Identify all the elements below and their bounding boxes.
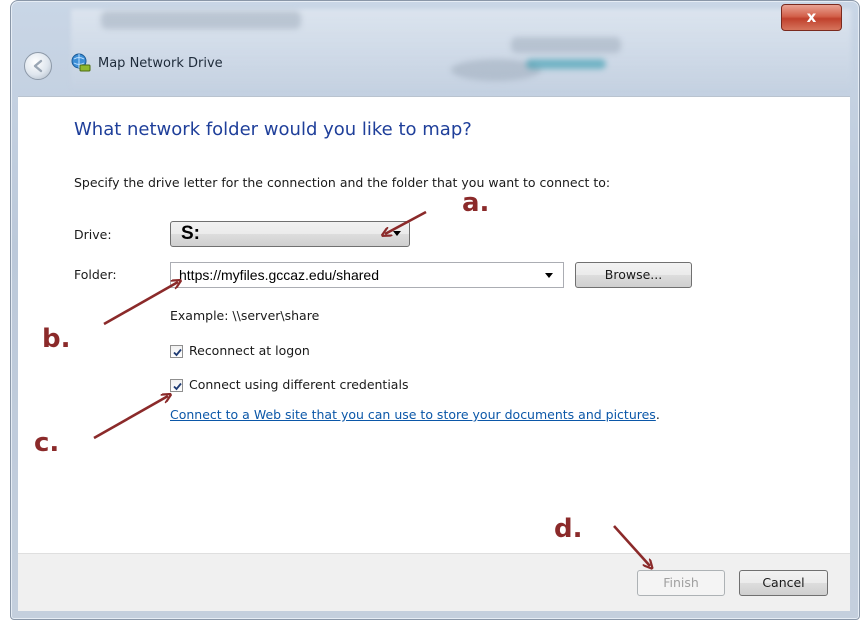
close-button[interactable]: x <box>781 4 842 31</box>
dialog-body: What network folder would you like to ma… <box>18 96 850 554</box>
browse-button[interactable]: Browse... <box>575 262 692 288</box>
annotation-d: d. <box>554 514 583 544</box>
reconnect-checkbox[interactable] <box>170 345 183 358</box>
page-title: What network folder would you like to ma… <box>74 119 472 140</box>
link-period: . <box>655 407 660 422</box>
drive-select[interactable]: S: <box>170 221 410 247</box>
cancel-button[interactable]: Cancel <box>739 570 828 596</box>
network-drive-icon <box>71 53 91 72</box>
web-site-link-row: Connect to a Web site that you can use t… <box>170 407 660 422</box>
screenshot-stage: x Map Network Drive What network folder … <box>0 0 861 623</box>
finish-button[interactable]: Finish <box>637 570 725 596</box>
drive-value: S: <box>181 223 200 244</box>
chevron-down-icon <box>393 231 401 236</box>
command-bar: Finish Cancel <box>18 553 850 611</box>
back-button[interactable] <box>24 52 52 80</box>
checkmark-icon <box>173 348 182 357</box>
credentials-checkbox[interactable] <box>170 379 183 392</box>
web-site-link[interactable]: Connect to a Web site that you can use t… <box>170 407 656 422</box>
chevron-down-icon[interactable] <box>545 273 553 278</box>
folder-value: https://myfiles.gccaz.edu/shared <box>179 267 379 283</box>
checkmark-icon <box>173 382 182 391</box>
instruction-text: Specify the drive letter for the connect… <box>74 175 611 190</box>
example-text: Example: \\server\share <box>170 308 320 323</box>
credentials-label: Connect using different credentials <box>189 377 409 392</box>
back-arrow-icon <box>33 59 43 73</box>
window-title: Map Network Drive <box>98 56 223 71</box>
background-blur <box>526 59 606 69</box>
folder-label: Folder: <box>74 267 117 282</box>
background-blur <box>511 37 621 53</box>
annotation-b: b. <box>42 324 71 354</box>
annotation-a: a. <box>462 188 490 218</box>
annotation-c: c. <box>34 428 60 458</box>
close-icon: x <box>806 8 817 26</box>
drive-label: Drive: <box>74 227 112 242</box>
reconnect-label: Reconnect at logon <box>189 343 310 358</box>
background-blur <box>101 11 301 29</box>
folder-input[interactable]: https://myfiles.gccaz.edu/shared <box>170 262 564 288</box>
